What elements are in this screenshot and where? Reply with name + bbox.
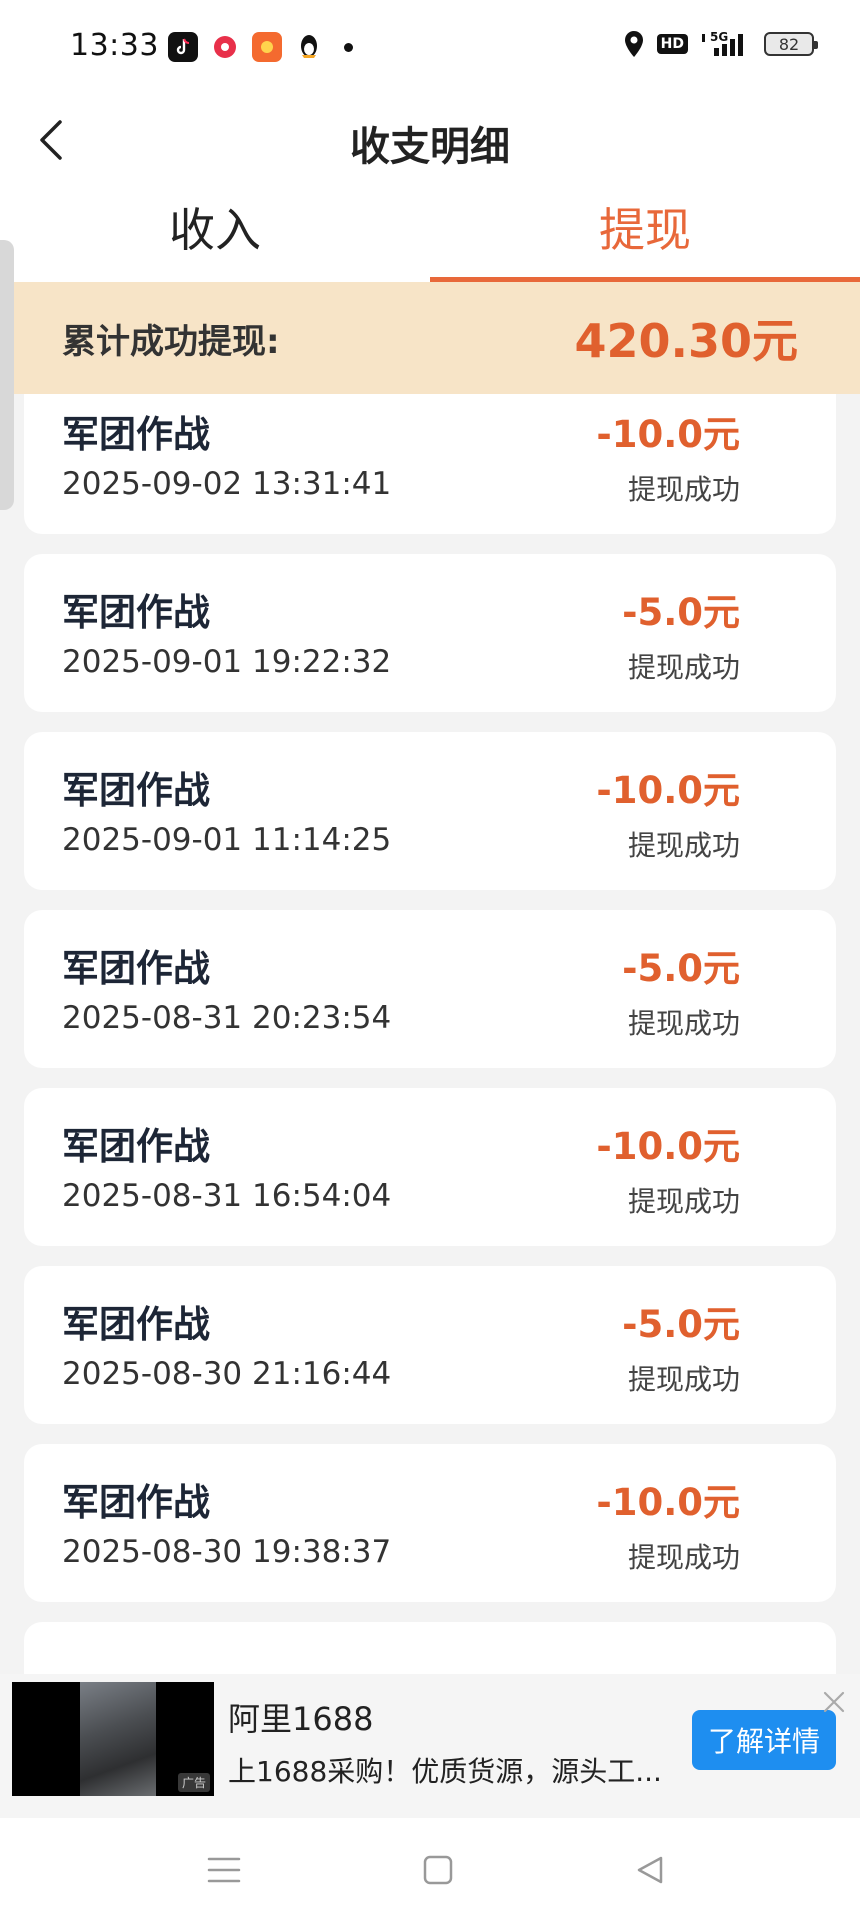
record-time: 2025-09-01 11:14:25 bbox=[62, 822, 392, 858]
svg-text:5G: 5G bbox=[710, 30, 728, 44]
status-bar: 13:33 HD 5G 82 bbox=[0, 0, 860, 100]
record-time: 2025-08-30 19:38:37 bbox=[62, 1534, 392, 1570]
menu-icon bbox=[207, 1857, 241, 1883]
record-status: 提现成功 bbox=[627, 1185, 740, 1218]
record-amount: -10.0元 bbox=[596, 1481, 740, 1524]
record-title: 军团作战 bbox=[62, 1303, 210, 1346]
record-time: 2025-09-02 13:31:41 bbox=[62, 466, 392, 502]
record-time: 2025-08-31 16:54:04 bbox=[62, 1178, 392, 1214]
record-time: 2025-09-01 19:22:32 bbox=[62, 644, 392, 680]
notification-dot-icon bbox=[344, 42, 353, 52]
tiktok-icon bbox=[168, 32, 198, 62]
record-status: 提现成功 bbox=[627, 473, 740, 506]
close-icon bbox=[823, 1691, 845, 1713]
record-amount: -10.0元 bbox=[596, 1125, 740, 1168]
status-time: 13:33 bbox=[70, 28, 159, 63]
record-time: 2025-08-30 21:16:44 bbox=[62, 1356, 392, 1392]
tab-bar: 收入 提现 bbox=[0, 180, 860, 282]
status-app-icons bbox=[168, 32, 353, 62]
tab-withdraw[interactable]: 提现 bbox=[430, 180, 860, 282]
back-nav-button[interactable] bbox=[628, 1848, 672, 1892]
status-indicators: HD 5G 82 bbox=[623, 30, 818, 58]
battery-icon: 82 bbox=[764, 32, 818, 56]
tab-income[interactable]: 收入 bbox=[0, 180, 430, 282]
record-title: 军团作战 bbox=[62, 413, 210, 456]
record-card[interactable]: 军团作战 2025-08-31 20:23:54 -5.0元 提现成功 bbox=[24, 910, 836, 1068]
record-list[interactable]: 军团作战 2025-09-02 13:31:41 -10.0元 提现成功 军团作… bbox=[0, 394, 860, 1674]
record-time: 2025-08-31 20:23:54 bbox=[62, 1000, 392, 1036]
home-square-icon bbox=[423, 1855, 453, 1885]
record-card[interactable]: 军团作战 2025-08-30 21:16:44 -5.0元 提现成功 bbox=[24, 1266, 836, 1424]
hd-badge: HD bbox=[656, 34, 688, 54]
orange-app-icon bbox=[252, 32, 282, 62]
record-amount: -10.0元 bbox=[596, 769, 740, 812]
withdraw-summary: 累计成功提现: 420.30元 bbox=[0, 282, 860, 394]
record-amount: -10.0元 bbox=[596, 413, 740, 456]
menu-button[interactable] bbox=[202, 1848, 246, 1892]
record-status: 提现成功 bbox=[627, 651, 740, 684]
red-app-icon bbox=[210, 32, 240, 62]
home-button[interactable] bbox=[416, 1848, 460, 1892]
ad-thumbnail[interactable]: 广告 bbox=[12, 1682, 214, 1796]
record-card[interactable]: 军团作战 2025-08-31 16:54:04 -10.0元 提现成功 bbox=[24, 1088, 836, 1246]
ad-tag: 广告 bbox=[177, 1773, 210, 1792]
record-amount: -5.0元 bbox=[622, 947, 740, 990]
record-card[interactable] bbox=[24, 1622, 836, 1674]
record-title: 军团作战 bbox=[62, 947, 210, 990]
record-title: 军团作战 bbox=[62, 1481, 210, 1524]
ad-learn-more-button[interactable]: 了解详情 bbox=[692, 1710, 836, 1770]
record-title: 军团作战 bbox=[62, 769, 210, 812]
back-triangle-icon bbox=[637, 1856, 663, 1884]
record-amount: -5.0元 bbox=[622, 591, 740, 634]
record-status: 提现成功 bbox=[627, 1363, 740, 1396]
summary-value: 420.30元 bbox=[574, 314, 798, 368]
ad-title: 阿里1688 bbox=[228, 1700, 374, 1738]
record-status: 提现成功 bbox=[627, 1541, 740, 1574]
page-title: 收支明细 bbox=[350, 124, 510, 170]
record-status: 提现成功 bbox=[627, 829, 740, 862]
ad-description: 上1688采购！优质货源，源头工... bbox=[228, 1755, 662, 1788]
location-icon bbox=[624, 31, 643, 57]
record-title: 军团作战 bbox=[62, 591, 210, 634]
record-card[interactable]: 军团作战 2025-08-30 19:38:37 -10.0元 提现成功 bbox=[24, 1444, 836, 1602]
record-amount: -5.0元 bbox=[622, 1303, 740, 1346]
header: 收支明细 bbox=[0, 100, 860, 180]
ad-banner[interactable]: 广告 阿里1688 上1688采购！优质货源，源头工... 了解详情 bbox=[0, 1674, 860, 1818]
system-nav-bar bbox=[0, 1818, 860, 1920]
record-card[interactable]: 军团作战 2025-09-01 19:22:32 -5.0元 提现成功 bbox=[24, 554, 836, 712]
summary-label: 累计成功提现: bbox=[62, 321, 280, 362]
ad-thumbnail-image bbox=[80, 1682, 156, 1796]
record-title: 军团作战 bbox=[62, 1125, 210, 1168]
record-card[interactable]: 军团作战 2025-09-02 13:31:41 -10.0元 提现成功 bbox=[24, 394, 836, 534]
signal-5g-icon: 5G bbox=[702, 30, 743, 56]
ad-close-button[interactable] bbox=[820, 1688, 848, 1716]
record-status: 提现成功 bbox=[627, 1007, 740, 1040]
record-card[interactable]: 军团作战 2025-09-01 11:14:25 -10.0元 提现成功 bbox=[24, 732, 836, 890]
qq-penguin-icon bbox=[294, 32, 324, 62]
